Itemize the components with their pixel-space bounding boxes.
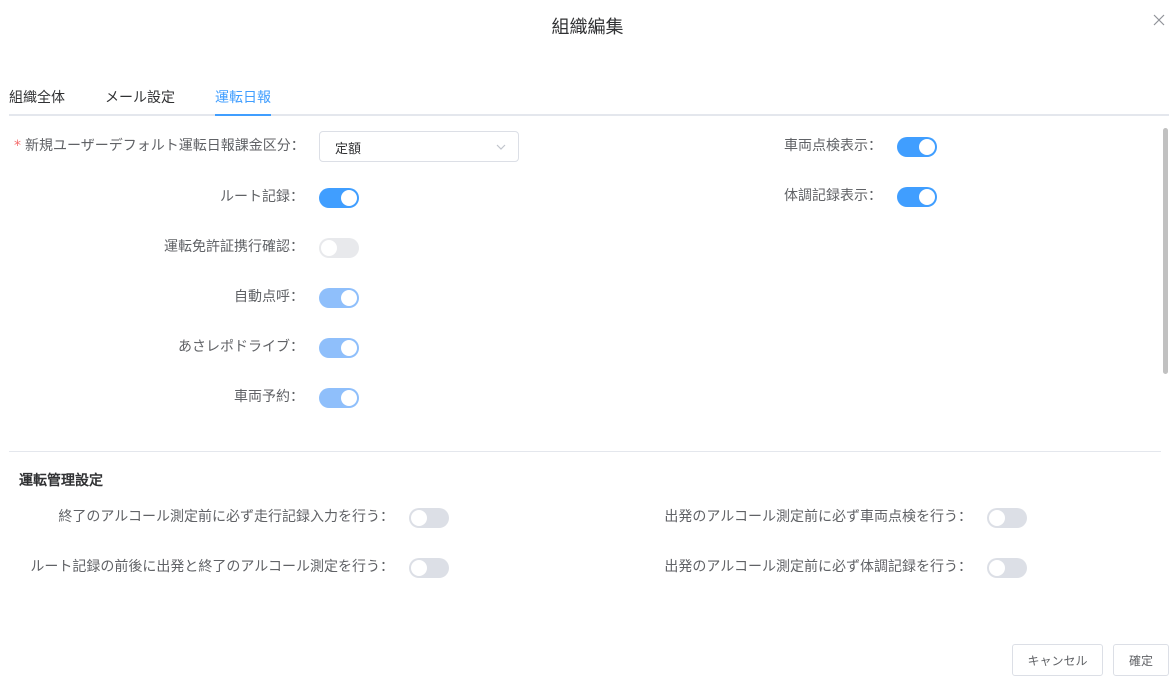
section-divider	[9, 451, 1161, 452]
tab-organization[interactable]: 組織全体	[9, 87, 65, 107]
license-check-switch[interactable]	[319, 238, 359, 258]
tab-bar: 組織全体 メール設定 運転日報	[9, 80, 1169, 116]
dialog-title: 組織編集	[551, 17, 624, 38]
start-health-switch[interactable]	[987, 558, 1027, 578]
vehicle-reservation-label: 車両予約：	[234, 389, 304, 405]
chevron-down-icon	[496, 144, 506, 150]
tab-driving-report[interactable]: 運転日報	[215, 87, 271, 107]
close-icon[interactable]	[1151, 12, 1167, 28]
route-record-switch[interactable]	[319, 188, 359, 208]
route-measure-switch[interactable]	[409, 558, 449, 578]
management-section-title: 運転管理設定	[19, 473, 103, 489]
cancel-button[interactable]: キャンセル	[1012, 644, 1103, 676]
billing-type-select[interactable]: 定額	[319, 131, 519, 162]
asarepo-drive-label: あさレポドライブ：	[178, 339, 304, 355]
end-record-label: 終了のアルコール測定前に必ず走行記録入力を行う：	[58, 509, 394, 525]
billing-type-label-text: 新規ユーザーデフォルト運転日報課金区分：	[25, 138, 305, 154]
vehicle-reservation-switch[interactable]	[319, 388, 359, 408]
active-tab-indicator	[215, 114, 271, 116]
start-health-label: 出発のアルコール測定前に必ず体調記録を行う：	[664, 559, 972, 575]
vehicle-inspection-label: 車両点検表示：	[784, 138, 882, 154]
required-mark: *	[14, 138, 21, 154]
asarepo-drive-switch[interactable]	[319, 338, 359, 358]
health-record-switch[interactable]	[897, 187, 937, 207]
tab-mail-settings[interactable]: メール設定	[105, 87, 175, 107]
license-check-label: 運転免許証携行確認：	[164, 239, 304, 255]
health-record-label: 体調記録表示：	[784, 188, 882, 204]
billing-type-value: 定額	[335, 142, 362, 157]
route-record-label: ルート記録：	[220, 189, 304, 205]
route-measure-label: ルート記録の前後に出発と終了のアルコール測定を行う：	[30, 559, 394, 575]
start-inspection-switch[interactable]	[987, 508, 1027, 528]
scrollbar[interactable]	[1163, 128, 1168, 374]
auto-rollcall-label: 自動点呼：	[234, 289, 304, 305]
end-record-switch[interactable]	[409, 508, 449, 528]
auto-rollcall-switch[interactable]	[319, 288, 359, 308]
billing-type-label: * 新規ユーザーデフォルト運転日報課金区分：	[14, 131, 305, 161]
confirm-button[interactable]: 確定	[1113, 644, 1169, 676]
vehicle-inspection-switch[interactable]	[897, 137, 937, 157]
start-inspection-label: 出発のアルコール測定前に必ず車両点検を行う：	[664, 509, 972, 525]
